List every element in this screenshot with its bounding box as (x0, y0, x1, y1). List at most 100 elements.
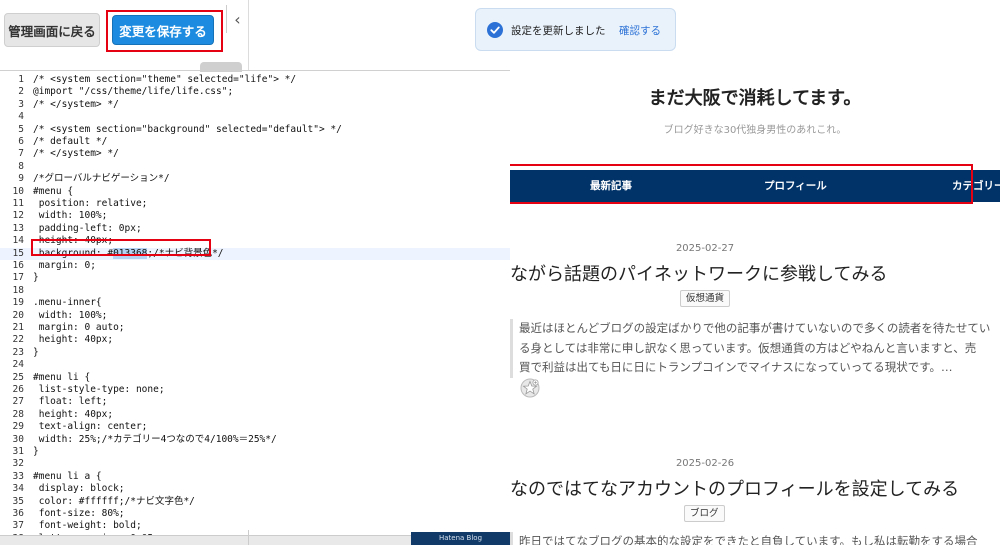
post-excerpt: 最近はほとんどブログの設定ばかりで他の記事が書けていないので多くの読者を待たせて… (510, 319, 1000, 378)
line-number: 18 (12, 284, 24, 296)
code-text: /* <system section="theme" selected="lif… (33, 74, 297, 85)
code-line[interactable]: 20 width: 100%; (0, 310, 510, 322)
line-number: 28 (12, 408, 24, 420)
code-text: list-style-type: none; (33, 384, 165, 395)
line-number: 19 (12, 297, 24, 309)
collapse-panel-button[interactable]: ‹ (226, 5, 248, 33)
code-line[interactable]: 3 /* </system> */ (0, 99, 510, 111)
line-number: 5 (18, 123, 24, 135)
css-editor-pane: 管理画面に戻る 変更を保存する ‹ 1 /* <system section="t… (0, 0, 510, 545)
code-text: color: #ffffff;/*ナビ文字色*/ (33, 495, 195, 507)
code-line[interactable]: 12 width: 100%; (0, 210, 510, 222)
code-line[interactable]: 8 (0, 161, 510, 173)
line-number: 15 (12, 247, 24, 259)
check-circle-icon (487, 22, 503, 38)
code-text: } (33, 346, 39, 358)
code-line[interactable]: 34 display: block; (0, 483, 510, 495)
code-text: display: block; (33, 483, 125, 495)
code-text: height: 40px; (33, 334, 114, 346)
line-number: 24 (12, 359, 24, 371)
code-line[interactable]: 18 (0, 285, 510, 297)
line-number: 9 (18, 173, 24, 185)
line-number: 30 (12, 433, 24, 445)
code-text: #menu { (33, 185, 74, 197)
code-text: } (33, 446, 39, 457)
line-number: 4 (18, 111, 24, 123)
code-line[interactable]: 29 text-align: center; (0, 421, 510, 433)
add-star-icon[interactable] (520, 378, 540, 398)
line-number: 31 (12, 446, 24, 457)
blog-preview-pane: まだ大阪で消耗してます。 ブログ好きな30代独身男性のあれこれ。 最新記事 プロ… (510, 0, 1000, 545)
line-number: 17 (12, 272, 24, 284)
line-number: 21 (12, 322, 24, 333)
code-line[interactable]: 36 font-size: 80%; (0, 508, 510, 520)
navigation-highlight-box (510, 164, 973, 204)
code-line[interactable]: 21 margin: 0 auto; (0, 322, 510, 334)
code-text: } (33, 272, 39, 284)
code-line[interactable]: 13 padding-left: 0px; (0, 223, 510, 235)
line-number: 35 (12, 495, 24, 507)
code-line[interactable]: 27 float: left; (0, 396, 510, 408)
code-line[interactable]: 19 .menu-inner{ (0, 297, 510, 309)
line-number: 6 (18, 136, 24, 147)
code-line[interactable]: 37 font-weight: bold; (0, 520, 510, 532)
code-editor[interactable]: 1 /* <system section="theme" selected="li… (0, 70, 510, 535)
line-number: 8 (18, 160, 24, 172)
code-line[interactable]: 32 (0, 458, 510, 470)
code-line[interactable]: 9 /*グローバルナビゲーション*/ (0, 173, 510, 185)
code-line[interactable]: 31} (0, 446, 510, 458)
code-line[interactable]: 10 #menu { (0, 186, 510, 198)
code-line[interactable]: 33 #menu li a { (0, 471, 510, 483)
line-number: 14 (12, 235, 24, 247)
post-category-tag[interactable]: ブログ (684, 505, 725, 522)
line-number: 27 (12, 396, 24, 408)
code-text: @import "/css/theme/life/life.css"; (33, 86, 234, 98)
code-line[interactable]: 5 /* <system section="background" selecte… (0, 124, 510, 136)
code-text: /*グローバルナビゲーション*/ (33, 173, 170, 185)
confirm-link[interactable]: 確認する (619, 23, 661, 38)
code-line[interactable]: 17} (0, 272, 510, 284)
post-category-tag[interactable]: 仮想通貨 (680, 290, 731, 307)
line-number: 2 (18, 86, 24, 98)
post-date: 2025-02-27 (675, 243, 735, 254)
code-text: /* <system section="background" selected… (33, 123, 342, 135)
toast-message: 設定を更新しました (511, 25, 606, 37)
code-line[interactable]: 4 (0, 111, 510, 123)
code-text: font-size: 80%; (33, 508, 125, 519)
code-line[interactable]: 25 #menu li { (0, 372, 510, 384)
code-text: /* </system> */ (33, 148, 119, 160)
code-line[interactable]: 35 color: #ffffff;/*ナビ文字色*/ (0, 496, 510, 508)
post-date: 2025-02-26 (675, 458, 735, 469)
code-line[interactable]: 11 position: relative; (0, 198, 510, 210)
post-title[interactable]: なのではてなアカウントのプロフィールを設定してみる (510, 475, 1000, 501)
back-to-dashboard-button[interactable]: 管理画面に戻る (4, 13, 100, 47)
line-number: 29 (12, 421, 24, 433)
code-line[interactable]: 30 width: 25%;/*カテゴリー4つなので4/100%＝25%*/ (0, 434, 510, 446)
blog-description: ブログ好きな30代独身男性のあれこれ。 (663, 125, 847, 136)
blog-title[interactable]: まだ大阪で消耗してます。 (510, 84, 1000, 110)
code-line[interactable]: 23} (0, 347, 510, 359)
chevron-left-icon: ‹ (234, 9, 241, 29)
line-number: 26 (12, 384, 24, 395)
code-text: padding-left: 0px; (33, 222, 142, 234)
code-line[interactable]: 24 (0, 359, 510, 371)
code-line[interactable]: 7 /* </system> */ (0, 148, 510, 160)
code-line[interactable]: 2 @import "/css/theme/life/life.css"; (0, 86, 510, 98)
save-button-highlight-box (106, 10, 223, 52)
line-number: 12 (12, 210, 24, 222)
code-text: /* </system> */ (33, 98, 119, 110)
line-number: 33 (12, 470, 24, 482)
code-line[interactable]: 28 height: 40px; (0, 409, 510, 421)
line-number: 32 (12, 458, 24, 470)
background-line-highlight-box (31, 239, 211, 256)
code-text: text-align: center; (33, 421, 148, 433)
code-line[interactable]: 26 list-style-type: none; (0, 384, 510, 396)
code-text: margin: 0; (33, 260, 96, 271)
code-line[interactable]: 22 height: 40px; (0, 334, 510, 346)
line-number: 22 (12, 334, 24, 346)
post-title[interactable]: ながら話題のパイネットワークに参戦してみる (510, 260, 1000, 286)
editor-toolbar: 管理画面に戻る 変更を保存する ‹ (0, 0, 510, 72)
code-line[interactable]: 1 /* <system section="theme" selected="li… (0, 74, 510, 86)
code-line[interactable]: 6 /* default */ (0, 136, 510, 148)
code-line[interactable]: 16 margin: 0; (0, 260, 510, 272)
